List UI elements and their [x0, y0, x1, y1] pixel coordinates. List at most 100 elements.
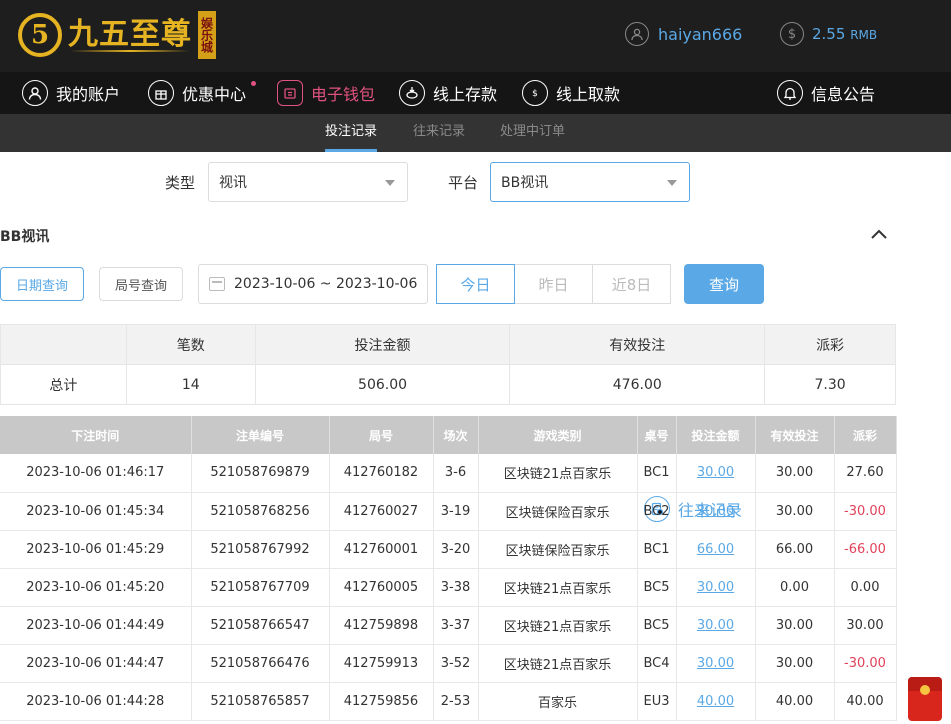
chevron-up-icon[interactable] [870, 226, 888, 240]
user-icon [22, 80, 48, 106]
bet-id-cell: 521058769879 [191, 454, 330, 493]
red-envelope-icon[interactable] [908, 677, 942, 721]
bet-id-cell: 521058766476 [191, 644, 330, 683]
bet-amount-link[interactable]: 30.00 [676, 454, 756, 493]
bet-amount-link[interactable]: 30.00 [676, 644, 756, 683]
username: haiyan666 [658, 24, 743, 44]
table-id-cell: BC2 [637, 492, 677, 531]
bet-amount-link[interactable]: 40.00 [676, 682, 756, 721]
valid-bet-cell: 66.00 [755, 530, 835, 569]
game-type-cell: 区块链21点百家乐 [478, 454, 638, 493]
valid-bet-cell: 30.00 [755, 606, 835, 645]
session-cell: 3-20 [433, 530, 479, 569]
type-select[interactable]: 视讯 [208, 162, 408, 202]
tab-bet-records[interactable]: 投注记录 [325, 114, 378, 152]
table-id-cell: BC1 [637, 530, 677, 569]
bet-id-cell: 521058766547 [191, 606, 330, 645]
wallet-balance[interactable]: $ 2.55 RMB [780, 22, 877, 46]
search-button[interactable]: 查询 [684, 264, 764, 304]
date-query-button[interactable]: 日期查询 [0, 267, 84, 301]
nav-e-wallet[interactable]: 电子钱包 [277, 72, 375, 114]
bet-amount-link[interactable]: 66.00 [676, 530, 756, 569]
type-label: 类型 [165, 174, 196, 192]
section-title: BB视讯 [0, 229, 50, 245]
summary-table: 笔数 投注金额 有效投注 派彩 总计 14 506.00 476.00 7.30 [0, 324, 896, 405]
bet-id-cell: 521058768256 [191, 492, 330, 531]
nav-deposit[interactable]: 线上存款 [399, 72, 497, 114]
game-type-cell: 区块链保险百家乐 [478, 492, 638, 531]
nav-announcements[interactable]: 信息公告 [777, 72, 875, 114]
bet-time-cell: 2023-10-06 01:45:29 [0, 530, 192, 569]
bet-time-cell: 2023-10-06 01:46:17 [0, 454, 192, 493]
bet-records-table: 下注时间 注单编号 局号 场次 游戏类别 桌号 投注金额 有效投注 派彩 202… [0, 416, 897, 721]
platform-label: 平台 [448, 174, 479, 192]
session-cell: 3-6 [433, 454, 479, 493]
user-account[interactable]: haiyan666 [625, 22, 742, 46]
bet-amount-link[interactable]: 30.00 [676, 492, 756, 531]
table-row: 2023-10-06 01:44:47 521058766476 4127599… [0, 644, 897, 683]
round-id-cell: 412760027 [329, 492, 434, 531]
svg-text:$: $ [532, 89, 538, 99]
payout-cell: -30.00 [834, 644, 897, 683]
platform-select[interactable]: BB视讯 [490, 162, 690, 202]
bet-id-cell: 521058767709 [191, 568, 330, 607]
summary-total-row: 总计 14 506.00 476.00 7.30 [0, 364, 896, 405]
valid-bet-cell: 30.00 [755, 644, 835, 683]
nav-withdraw[interactable]: $ 线上取款 [522, 72, 620, 114]
nav-label: 线上取款 [556, 85, 621, 104]
summary-header-cell: 投注金额 [254, 324, 511, 365]
type-select-value: 视讯 [219, 175, 247, 191]
bet-id-cell: 521058765857 [191, 682, 330, 721]
tab-pending-orders[interactable]: 处理中订单 [500, 114, 565, 152]
balance-amount: 2.55 RMB [812, 25, 878, 43]
payout-cell: 30.00 [834, 606, 897, 645]
round-query-button[interactable]: 局号查询 [99, 267, 183, 301]
bet-time-cell: 2023-10-06 01:44:49 [0, 606, 192, 645]
round-id-cell: 412759913 [329, 644, 434, 683]
game-type-cell: 区块链保险百家乐 [478, 530, 638, 569]
notification-dot [251, 81, 257, 86]
tab-transaction-records[interactable]: 往来记录 [413, 114, 465, 152]
quick-range-group: 今日 昨日 近8日 [436, 264, 671, 304]
platform-select-value: BB视讯 [501, 175, 549, 191]
dollar-icon: $ [780, 22, 804, 46]
withdraw-icon: $ [522, 80, 548, 106]
column-header: 投注金额 [676, 416, 756, 454]
user-icon [625, 22, 649, 46]
nav-my-account[interactable]: 我的账户 [22, 72, 120, 114]
summary-header-cell: 派彩 [764, 324, 896, 365]
session-cell: 3-37 [433, 606, 479, 645]
game-type-cell: 区块链21点百家乐 [478, 606, 638, 645]
summary-cell: 7.30 [764, 364, 896, 405]
payout-cell: 27.60 [834, 454, 897, 493]
top-header: 5 九五至尊 娱乐城 haiyan666 $ 2.55 RMB [0, 0, 951, 72]
chevron-down-icon [667, 180, 677, 186]
site-logo[interactable]: 5 九五至尊 娱乐城 [18, 8, 216, 62]
table-id-cell: BC1 [637, 454, 677, 493]
table-id-cell: BC5 [637, 568, 677, 607]
nav-label: 电子钱包 [311, 85, 376, 104]
date-range-picker[interactable]: 2023-10-06 ~ 2023-10-06 [198, 264, 428, 304]
bet-amount-link[interactable]: 30.00 [676, 568, 756, 607]
nav-promotions[interactable]: 优惠中心 [148, 72, 257, 114]
column-header: 有效投注 [755, 416, 835, 454]
bet-amount-link[interactable]: 30.00 [676, 606, 756, 645]
round-id-cell: 412760005 [329, 568, 434, 607]
bet-time-cell: 2023-10-06 01:45:34 [0, 492, 192, 531]
logo-underline [70, 50, 190, 52]
session-cell: 2-53 [433, 682, 479, 721]
last-8-days-button[interactable]: 近8日 [592, 264, 671, 304]
today-button[interactable]: 今日 [436, 264, 515, 304]
game-type-cell: 区块链21点百家乐 [478, 568, 638, 607]
bet-id-cell: 521058767992 [191, 530, 330, 569]
session-cell: 3-38 [433, 568, 479, 607]
session-cell: 3-19 [433, 492, 479, 531]
column-header: 桌号 [637, 416, 677, 454]
round-id-cell: 412759856 [329, 682, 434, 721]
table-row: 2023-10-06 01:46:17 521058769879 4127601… [0, 454, 897, 493]
yesterday-button[interactable]: 昨日 [514, 264, 593, 304]
records-header-row: 下注时间 注单编号 局号 场次 游戏类别 桌号 投注金额 有效投注 派彩 [0, 416, 897, 454]
nav-label: 优惠中心 [182, 85, 247, 104]
round-id-cell: 412759898 [329, 606, 434, 645]
payout-cell: -66.00 [834, 530, 897, 569]
